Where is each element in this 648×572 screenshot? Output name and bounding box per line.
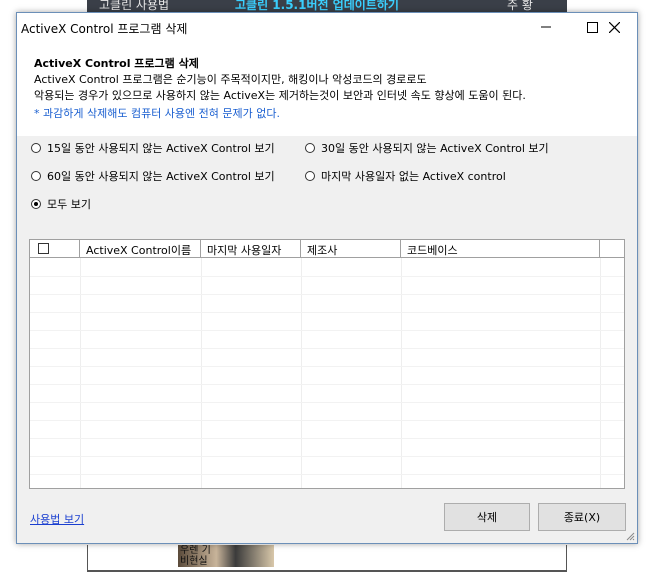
help-link[interactable]: 사용법 보기 [30,511,84,527]
grid-line [201,258,202,488]
title-bar[interactable]: ActiveX Control 프로그램 삭제 [17,13,637,41]
grid-line [30,438,624,439]
grid-line [30,420,624,421]
minimize-icon [541,26,551,28]
background-app-footer: 우렌 기 비현실 [87,545,567,572]
bg-menu-text: 고클린 사용법 [99,0,170,12]
radio-show-all[interactable]: 모두 보기 [31,196,91,212]
bg-headline: 고클린 1.5.1버전 업데이트하기 [235,0,399,12]
info-note: * 과감하게 삭제해도 컴퓨터 사용엔 전혀 문제가 없다. [34,107,280,120]
radio-label: 30일 동안 사용되지 않는 ActiveX Control 보기 [321,142,549,155]
column-header-name[interactable]: ActiveX Control이름 [80,240,201,258]
close-window-button[interactable] [591,13,637,41]
list-header: ActiveX Control이름 마지막 사용일자 제조사 코드베이스 [30,240,624,258]
window-title: ActiveX Control 프로그램 삭제 [21,22,188,36]
radio-indicator[interactable] [305,143,315,153]
radio-label: 마지막 사용일자 없는 ActiveX control [321,170,506,183]
grid-line [600,258,601,488]
minimize-button[interactable] [523,13,569,41]
grid-line [30,366,624,367]
grid-line [30,276,624,277]
close-icon [608,21,620,33]
grid-line [30,312,624,313]
resize-grip-icon[interactable] [625,531,635,541]
grid-line [30,402,624,403]
radio-label: 모두 보기 [47,198,91,211]
bg-thumb-text: 우렌 기 비현실 [180,545,211,567]
radio-30-days[interactable]: 30일 동안 사용되지 않는 ActiveX Control 보기 [305,140,549,156]
grid-line [30,330,624,331]
radio-60-days[interactable]: 60일 동안 사용되지 않는 ActiveX Control 보기 [31,168,275,184]
activex-dialog: ActiveX Control 프로그램 삭제 ActiveX Control … [16,12,638,544]
grid-line [80,258,81,488]
info-text-line2: 악용되는 경우가 있으므로 사용하지 않는 ActiveX는 제거하는것이 보안… [34,89,526,102]
column-header-manufacturer[interactable]: 제조사 [301,240,401,258]
activex-list[interactable]: ActiveX Control이름 마지막 사용일자 제조사 코드베이스 [29,239,625,489]
background-thumbnail: 우렌 기 비현실 [178,545,274,567]
background-app-header: 고클린 사용법 고클린 1.5.1버전 업데이트하기 주 황 [87,0,567,12]
delete-button[interactable]: 삭제 [444,503,530,531]
grid-line [401,258,402,488]
radio-no-last-used[interactable]: 마지막 사용일자 없는 ActiveX control [305,168,506,184]
select-all-column[interactable] [30,240,80,258]
grid-line [30,348,624,349]
info-text-line1: ActiveX Control 프로그램은 순기능이 주목적이지만, 해킹이나 … [34,73,427,86]
info-title: ActiveX Control 프로그램 삭제 [34,57,199,70]
radio-15-days[interactable]: 15일 동안 사용되지 않는 ActiveX Control 보기 [31,140,275,156]
grid-line [30,384,624,385]
radio-indicator[interactable] [31,143,41,153]
grid-line [301,258,302,488]
radio-label: 15일 동안 사용되지 않는 ActiveX Control 보기 [47,142,275,155]
grid-line [30,294,624,295]
radio-label: 60일 동안 사용되지 않는 ActiveX Control 보기 [47,170,275,183]
radio-indicator[interactable] [31,171,41,181]
bg-right-text: 주 황 [507,0,533,12]
grid-line [30,456,624,457]
info-panel: ActiveX Control 프로그램 삭제 ActiveX Control … [17,41,637,136]
select-all-checkbox[interactable] [38,243,49,254]
exit-button[interactable]: 종료(X) [538,503,626,531]
radio-indicator[interactable] [305,171,315,181]
grid-line [30,474,624,475]
column-header-last-used[interactable]: 마지막 사용일자 [201,240,301,258]
radio-indicator-selected[interactable] [31,199,41,209]
column-header-codebase[interactable]: 코드베이스 [401,240,600,258]
